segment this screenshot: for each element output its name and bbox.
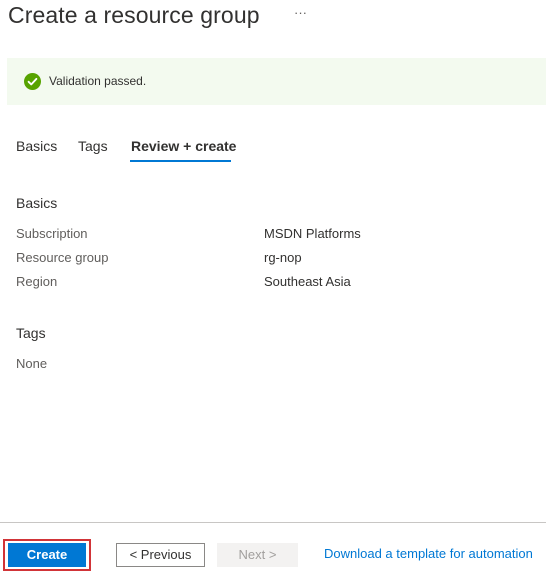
tab-review-create[interactable]: Review + create xyxy=(131,138,236,154)
subscription-label: Subscription xyxy=(16,226,88,241)
tags-value: None xyxy=(16,356,48,371)
resource-group-label: Resource group xyxy=(16,250,109,265)
more-options-icon[interactable]: ··· xyxy=(294,5,307,20)
subscription-value: MSDN Platforms xyxy=(264,226,361,241)
tab-tags[interactable]: Tags xyxy=(78,138,108,154)
active-tab-indicator xyxy=(130,160,231,162)
create-button[interactable]: Create xyxy=(8,543,86,567)
region-label: Region xyxy=(16,274,58,289)
page-title: Create a resource group xyxy=(8,2,260,28)
validation-message: Validation passed. xyxy=(49,74,147,88)
tags-section-title: Tags xyxy=(16,325,46,341)
tab-basics[interactable]: Basics xyxy=(16,138,57,154)
download-template-link[interactable]: Download a template for automation xyxy=(324,546,533,561)
previous-button[interactable]: < Previous xyxy=(116,543,205,567)
footer-divider xyxy=(0,522,546,523)
basics-section-title: Basics xyxy=(16,195,58,211)
region-value: Southeast Asia xyxy=(264,274,351,289)
check-circle-icon xyxy=(24,73,41,90)
resource-group-value: rg-nop xyxy=(264,250,302,265)
next-button[interactable]: Next > xyxy=(217,543,298,567)
